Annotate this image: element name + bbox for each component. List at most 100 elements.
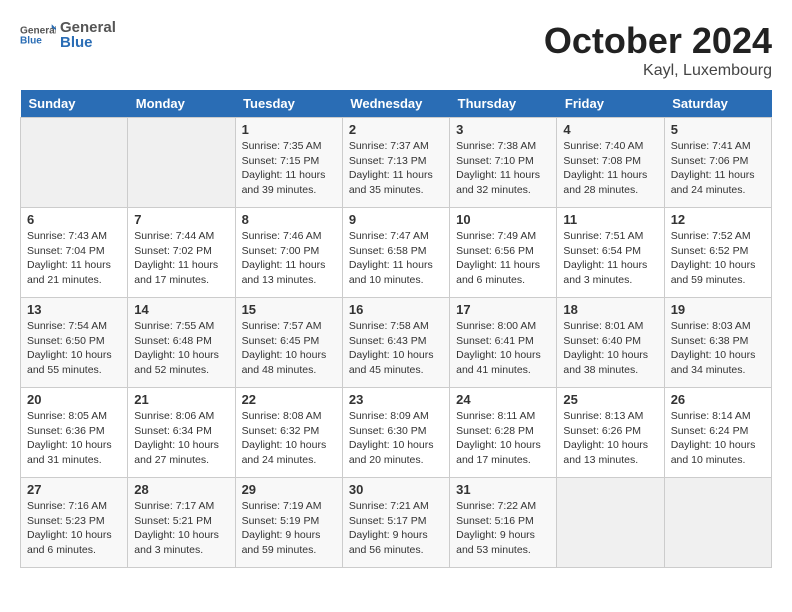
day-number: 12 (671, 212, 765, 227)
weekday-header-wednesday: Wednesday (342, 90, 449, 118)
calendar-cell: 15 Sunrise: 7:57 AM Sunset: 6:45 PM Dayli… (235, 298, 342, 388)
calendar-cell: 2 Sunrise: 7:37 AM Sunset: 7:13 PM Daylig… (342, 118, 449, 208)
day-info: Sunrise: 7:46 AM Sunset: 7:00 PM Dayligh… (242, 229, 336, 288)
calendar-cell: 3 Sunrise: 7:38 AM Sunset: 7:10 PM Daylig… (450, 118, 557, 208)
calendar-cell: 31 Sunrise: 7:22 AM Sunset: 5:16 PM Dayli… (450, 478, 557, 568)
calendar-cell: 6 Sunrise: 7:43 AM Sunset: 7:04 PM Daylig… (21, 208, 128, 298)
day-info: Sunrise: 7:43 AM Sunset: 7:04 PM Dayligh… (27, 229, 121, 288)
calendar-cell (557, 478, 664, 568)
day-info: Sunrise: 7:38 AM Sunset: 7:10 PM Dayligh… (456, 139, 550, 198)
logo: General Blue General Blue (20, 20, 116, 50)
day-number: 24 (456, 392, 550, 407)
svg-text:General: General (20, 26, 56, 37)
calendar-cell: 26 Sunrise: 8:14 AM Sunset: 6:24 PM Dayli… (664, 388, 771, 478)
calendar-cell: 25Sunrise: 8:13 AM Sunset: 6:26 PM Dayli… (557, 388, 664, 478)
calendar-cell: 19 Sunrise: 8:03 AM Sunset: 6:38 PM Dayli… (664, 298, 771, 388)
day-number: 6 (27, 212, 121, 227)
calendar-cell: 23 Sunrise: 8:09 AM Sunset: 6:30 PM Dayli… (342, 388, 449, 478)
calendar-cell (21, 118, 128, 208)
svg-text:Blue: Blue (20, 36, 42, 47)
weekday-header-friday: Friday (557, 90, 664, 118)
day-number: 22 (242, 392, 336, 407)
day-number: 29 (242, 482, 336, 497)
day-number: 30 (349, 482, 443, 497)
day-info: Sunrise: 8:11 AM Sunset: 6:28 PM Dayligh… (456, 409, 550, 468)
day-number: 8 (242, 212, 336, 227)
weekday-header-monday: Monday (128, 90, 235, 118)
week-row-4: 20 Sunrise: 8:05 AM Sunset: 6:36 PM Dayli… (21, 388, 772, 478)
day-info: Sunrise: 7:40 AM Sunset: 7:08 PM Dayligh… (563, 139, 657, 198)
day-info: Sunrise: 7:16 AM Sunset: 5:23 PM Dayligh… (27, 499, 121, 558)
day-info: Sunrise: 7:47 AM Sunset: 6:58 PM Dayligh… (349, 229, 443, 288)
calendar-cell: 11Sunrise: 7:51 AM Sunset: 6:54 PM Dayli… (557, 208, 664, 298)
week-row-1: 1 Sunrise: 7:35 AM Sunset: 7:15 PM Daylig… (21, 118, 772, 208)
day-number: 18 (563, 302, 657, 317)
calendar-cell: 14Sunrise: 7:55 AM Sunset: 6:48 PM Dayli… (128, 298, 235, 388)
weekday-header-sunday: Sunday (21, 90, 128, 118)
day-number: 28 (134, 482, 228, 497)
calendar-cell: 20 Sunrise: 8:05 AM Sunset: 6:36 PM Dayli… (21, 388, 128, 478)
day-number: 9 (349, 212, 443, 227)
day-number: 31 (456, 482, 550, 497)
calendar-cell (664, 478, 771, 568)
day-number: 23 (349, 392, 443, 407)
title-section: October 2024 Kayl, Luxembourg (544, 20, 772, 80)
day-number: 1 (242, 122, 336, 137)
day-info: Sunrise: 7:52 AM Sunset: 6:52 PM Dayligh… (671, 229, 765, 288)
day-info: Sunrise: 8:03 AM Sunset: 6:38 PM Dayligh… (671, 319, 765, 378)
calendar-cell: 24 Sunrise: 8:11 AM Sunset: 6:28 PM Dayli… (450, 388, 557, 478)
day-info: Sunrise: 7:51 AM Sunset: 6:54 PM Dayligh… (563, 229, 657, 288)
day-number: 5 (671, 122, 765, 137)
weekday-header-tuesday: Tuesday (235, 90, 342, 118)
day-info: Sunrise: 7:21 AM Sunset: 5:17 PM Dayligh… (349, 499, 443, 558)
header: General Blue General Blue October 2024 K… (20, 20, 772, 80)
calendar-cell: 12 Sunrise: 7:52 AM Sunset: 6:52 PM Dayli… (664, 208, 771, 298)
day-info: Sunrise: 7:19 AM Sunset: 5:19 PM Dayligh… (242, 499, 336, 558)
calendar-table: SundayMondayTuesdayWednesdayThursdayFrid… (20, 90, 772, 568)
day-info: Sunrise: 7:41 AM Sunset: 7:06 PM Dayligh… (671, 139, 765, 198)
day-info: Sunrise: 8:09 AM Sunset: 6:30 PM Dayligh… (349, 409, 443, 468)
month-title: October 2024 (544, 20, 772, 62)
calendar-cell: 4Sunrise: 7:40 AM Sunset: 7:08 PM Daylig… (557, 118, 664, 208)
day-number: 15 (242, 302, 336, 317)
day-number: 2 (349, 122, 443, 137)
day-number: 25 (563, 392, 657, 407)
day-info: Sunrise: 8:14 AM Sunset: 6:24 PM Dayligh… (671, 409, 765, 468)
calendar-cell: 1 Sunrise: 7:35 AM Sunset: 7:15 PM Daylig… (235, 118, 342, 208)
day-info: Sunrise: 8:05 AM Sunset: 6:36 PM Dayligh… (27, 409, 121, 468)
day-number: 10 (456, 212, 550, 227)
calendar-cell: 30 Sunrise: 7:21 AM Sunset: 5:17 PM Dayli… (342, 478, 449, 568)
day-number: 27 (27, 482, 121, 497)
day-info: Sunrise: 7:58 AM Sunset: 6:43 PM Dayligh… (349, 319, 443, 378)
day-number: 3 (456, 122, 550, 137)
calendar-cell: 21 Sunrise: 8:06 AM Sunset: 6:34 PM Dayli… (128, 388, 235, 478)
day-number: 7 (134, 212, 228, 227)
calendar-cell: 5 Sunrise: 7:41 AM Sunset: 7:06 PM Daylig… (664, 118, 771, 208)
calendar-cell: 29 Sunrise: 7:19 AM Sunset: 5:19 PM Dayli… (235, 478, 342, 568)
day-number: 19 (671, 302, 765, 317)
day-number: 20 (27, 392, 121, 407)
calendar-cell: 10Sunrise: 7:49 AM Sunset: 6:56 PM Dayli… (450, 208, 557, 298)
week-row-2: 6 Sunrise: 7:43 AM Sunset: 7:04 PM Daylig… (21, 208, 772, 298)
day-info: Sunrise: 7:22 AM Sunset: 5:16 PM Dayligh… (456, 499, 550, 558)
day-info: Sunrise: 8:06 AM Sunset: 6:34 PM Dayligh… (134, 409, 228, 468)
day-info: Sunrise: 7:57 AM Sunset: 6:45 PM Dayligh… (242, 319, 336, 378)
day-info: Sunrise: 7:44 AM Sunset: 7:02 PM Dayligh… (134, 229, 228, 288)
weekday-header-saturday: Saturday (664, 90, 771, 118)
day-info: Sunrise: 7:55 AM Sunset: 6:48 PM Dayligh… (134, 319, 228, 378)
calendar-cell: 13Sunrise: 7:54 AM Sunset: 6:50 PM Dayli… (21, 298, 128, 388)
day-info: Sunrise: 8:01 AM Sunset: 6:40 PM Dayligh… (563, 319, 657, 378)
calendar-cell: 27 Sunrise: 7:16 AM Sunset: 5:23 PM Dayli… (21, 478, 128, 568)
day-number: 21 (134, 392, 228, 407)
day-number: 13 (27, 302, 121, 317)
calendar-cell: 9 Sunrise: 7:47 AM Sunset: 6:58 PM Daylig… (342, 208, 449, 298)
day-number: 26 (671, 392, 765, 407)
day-number: 17 (456, 302, 550, 317)
calendar-cell: 28Sunrise: 7:17 AM Sunset: 5:21 PM Dayli… (128, 478, 235, 568)
weekday-header-thursday: Thursday (450, 90, 557, 118)
day-info: Sunrise: 7:37 AM Sunset: 7:13 PM Dayligh… (349, 139, 443, 198)
weekday-header-row: SundayMondayTuesdayWednesdayThursdayFrid… (21, 90, 772, 118)
day-number: 16 (349, 302, 443, 317)
calendar-cell: 17Sunrise: 8:00 AM Sunset: 6:41 PM Dayli… (450, 298, 557, 388)
day-info: Sunrise: 7:35 AM Sunset: 7:15 PM Dayligh… (242, 139, 336, 198)
